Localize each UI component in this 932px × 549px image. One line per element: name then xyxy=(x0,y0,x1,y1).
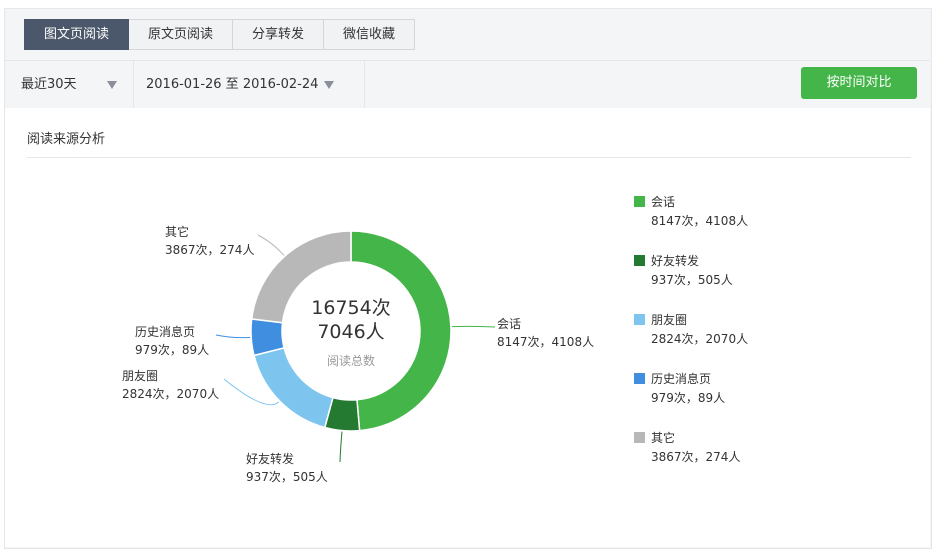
legend-swatch xyxy=(634,373,645,384)
slice-history-page-label-value: 979次，89人 xyxy=(135,343,209,357)
legend-value: 979次，89人 xyxy=(651,391,726,405)
slice-friend-forward-label-name: 好友转发 xyxy=(246,451,294,466)
legend-label: 历史消息页 xyxy=(651,372,712,386)
legend-label: 其它 xyxy=(651,431,676,445)
legend-label: 会话 xyxy=(651,195,676,209)
slice-moments-label-value: 2824次，2070人 xyxy=(122,387,219,401)
legend-value: 937次，505人 xyxy=(651,273,733,287)
slice-history-page-leader-line xyxy=(215,334,251,339)
legend-value: 3867次，274人 xyxy=(651,450,741,464)
legend-value: 8147次，4108人 xyxy=(651,214,749,228)
legend-label: 朋友圈 xyxy=(651,313,688,327)
slice-conversation-label-name: 会话 xyxy=(497,317,521,331)
slice-conversation-label-value: 8147次，4108人 xyxy=(497,335,594,349)
center-caption: 阅读总数 xyxy=(327,353,375,368)
slice-other-label-value: 3867次，274人 xyxy=(165,243,254,257)
legend-swatch xyxy=(634,255,645,266)
center-people: 7046人 xyxy=(317,321,384,343)
slice-history-page-label-name: 历史消息页 xyxy=(135,324,195,339)
legend-value: 2824次，2070人 xyxy=(651,332,749,346)
slice-moments[interactable] xyxy=(253,346,334,429)
center-times: 16754次 xyxy=(311,297,390,319)
slice-other-label-name: 其它 xyxy=(165,224,189,239)
donut-chart: 会话 8147次，4108人好友转发 937次，505人 朋友圈 2824次，2070人… xyxy=(122,224,594,484)
slice-conversation-leader-line xyxy=(451,325,496,328)
legend-swatch xyxy=(634,432,645,443)
legend-swatch xyxy=(634,196,645,207)
slice-moments-label-name: 朋友圈 xyxy=(122,369,158,383)
slice-friend-forward-label-value: 937次，505人 xyxy=(246,470,328,484)
legend-label: 好友转发 xyxy=(651,254,700,268)
legend-swatch xyxy=(634,314,645,325)
slice-friend-forward-leader-line xyxy=(339,431,343,463)
slice-other-leader-line xyxy=(257,234,285,256)
